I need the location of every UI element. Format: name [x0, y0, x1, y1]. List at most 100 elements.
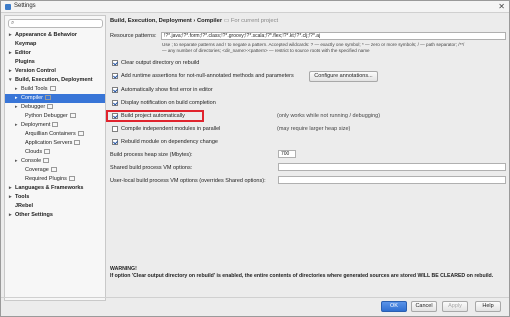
- sidebar-item-deployment[interactable]: ▸ Deployment: [5, 121, 105, 130]
- close-icon[interactable]: ✕: [498, 2, 505, 11]
- scope-note: For current project: [230, 18, 279, 24]
- sidebar-item-appearance-behavior[interactable]: ▸ Appearance & Behavior: [5, 31, 105, 40]
- sidebar-item-label: Version Control: [15, 68, 56, 74]
- sidebar-item-label: Languages & Frameworks: [15, 185, 84, 191]
- option-label: Clear output directory on rebuild: [121, 60, 200, 66]
- heap-size-label: Build process heap size (Mbytes):: [110, 152, 193, 158]
- sidebar-item-label: Console: [21, 158, 42, 164]
- sidebar-item-label: Appearance & Behavior: [15, 32, 78, 38]
- copy-icon: ▭: [223, 18, 231, 24]
- sidebar-item-build-execution-deployment[interactable]: ▾ Build, Execution, Deployment: [5, 76, 105, 85]
- sidebar-item-jrebel[interactable]: JRebel: [5, 202, 105, 211]
- apply-button[interactable]: Apply: [442, 301, 468, 312]
- compiler-settings-panel: Build, Execution, Deployment › Compiler …: [106, 15, 508, 301]
- checkbox-box[interactable]: [112, 138, 118, 145]
- project-scope-icon: [74, 140, 81, 146]
- sidebar-item-label: Tools: [15, 194, 30, 200]
- sidebar-item-label: Keymap: [15, 41, 37, 47]
- option-label: Rebuild module on dependency change: [121, 139, 218, 145]
- resource-patterns-input[interactable]: !?*.java;!?*.form;!?*.class;!?*.groovy;!…: [161, 32, 506, 40]
- sidebar-item-label: Build Tools: [21, 86, 48, 92]
- project-scope-icon: [52, 122, 59, 128]
- parallel-modules-checkbox[interactable]: Compile independent modules in parallel …: [112, 125, 350, 133]
- rebuild-on-dependency-checkbox[interactable]: Rebuild module on dependency change: [112, 138, 218, 146]
- option-label: Display notification on build completion: [121, 100, 216, 106]
- checkbox-box[interactable]: [112, 99, 118, 106]
- project-scope-icon: [50, 167, 57, 173]
- user-vm-options-input[interactable]: [278, 176, 506, 184]
- sidebar-item-version-control[interactable]: ▸ Version Control: [5, 67, 105, 76]
- option-label: Automatically show first error in editor: [121, 87, 213, 93]
- sidebar-item-debugger[interactable]: ▸ Debugger: [5, 103, 105, 112]
- sidebar-item-build-tools[interactable]: ▸ Build Tools: [5, 85, 105, 94]
- project-scope-icon: [47, 104, 54, 110]
- highlight-box: [106, 110, 204, 122]
- checkbox-box[interactable]: [112, 125, 118, 132]
- runtime-assertions-checkbox[interactable]: Add runtime assertions for not-null-anno…: [112, 72, 294, 80]
- project-scope-icon: [69, 113, 76, 119]
- help-button[interactable]: Help: [475, 301, 501, 312]
- sidebar-item-editor[interactable]: ▸ Editor: [5, 49, 105, 58]
- checkbox-box[interactable]: [112, 86, 118, 93]
- sidebar-item-label: Python Debugger: [25, 113, 68, 119]
- sidebar-item-label: Clouds: [25, 149, 43, 155]
- heap-size-input[interactable]: 700: [278, 150, 296, 158]
- app-icon: [5, 4, 11, 10]
- sidebar-item-other-settings[interactable]: ▸ Other Settings: [5, 211, 105, 220]
- user-vm-options-label: User-local build process VM options (ove…: [110, 178, 266, 184]
- sidebar-item-python-debugger[interactable]: Python Debugger: [5, 112, 105, 121]
- cancel-button[interactable]: Cancel: [411, 301, 437, 312]
- project-scope-icon: [68, 176, 75, 182]
- sidebar-item-label: Coverage: [25, 167, 49, 173]
- show-first-error-checkbox[interactable]: Automatically show first error in editor: [112, 86, 213, 94]
- option-note: (only works while not running / debuggin…: [277, 113, 381, 119]
- settings-sidebar: ⌕ ▸ Appearance & Behavior Keymap ▸ Editor Plu…: [4, 15, 106, 301]
- sidebar-item-label: Deployment: [21, 122, 51, 128]
- sidebar-item-label: JRebel: [15, 203, 34, 209]
- clear-output-checkbox[interactable]: Clear output directory on rebuild: [112, 59, 199, 67]
- shared-vm-options-label: Shared build process VM options:: [110, 165, 193, 171]
- sidebar-item-application-servers[interactable]: Application Servers: [5, 139, 105, 148]
- option-label: Add runtime assertions for not-null-anno…: [121, 73, 294, 79]
- sidebar-item-tools[interactable]: ▸ Tools: [5, 193, 105, 202]
- sidebar-item-label: Editor: [15, 50, 31, 56]
- resource-hint-line-2: — any number of directories; <dir_name>:…: [162, 48, 370, 53]
- checkbox-box[interactable]: [112, 59, 118, 66]
- sidebar-item-console[interactable]: ▸ Console: [5, 157, 105, 166]
- option-note: (may require larger heap size): [277, 126, 351, 132]
- ok-button[interactable]: OK: [381, 301, 407, 312]
- project-scope-icon: [45, 95, 52, 101]
- shared-vm-options-input[interactable]: [278, 163, 506, 171]
- sidebar-item-label: Plugins: [15, 59, 35, 65]
- sidebar-item-clouds[interactable]: Clouds: [5, 148, 105, 157]
- project-scope-icon: [43, 158, 50, 164]
- option-label: Compile independent modules in parallel: [121, 126, 221, 132]
- configure-annotations-button[interactable]: Configure annotations...: [309, 71, 378, 82]
- sidebar-item-keymap[interactable]: Keymap: [5, 40, 105, 49]
- sidebar-item-required-plugins[interactable]: Required Plugins: [5, 175, 105, 184]
- sidebar-item-plugins[interactable]: Plugins: [5, 58, 105, 67]
- breadcrumb: Build, Execution, Deployment › Compiler …: [110, 18, 278, 24]
- sidebar-item-languages-frameworks[interactable]: ▸ Languages & Frameworks: [5, 184, 105, 193]
- footer-divider: [1, 297, 509, 298]
- sidebar-item-compiler[interactable]: ▸ Compiler: [5, 94, 105, 103]
- warning-body: If option 'Clear output directory on reb…: [110, 272, 494, 279]
- sidebar-item-label: Debugger: [21, 104, 46, 110]
- warning-section: WARNING! If option 'Clear output directo…: [110, 266, 506, 279]
- sidebar-item-arquillian-containers[interactable]: Arquillian Containers: [5, 130, 105, 139]
- sidebar-item-label: Build, Execution, Deployment: [15, 77, 93, 83]
- window-title: Settings: [14, 3, 36, 9]
- resource-patterns-label: Resource patterns:: [110, 33, 157, 39]
- notify-build-completion-checkbox[interactable]: Display notification on build completion: [112, 99, 216, 107]
- search-input[interactable]: ⌕: [8, 19, 103, 28]
- resource-hint-line-1: Use ; to separate patterns and ! to nega…: [162, 42, 465, 47]
- sidebar-item-label: Application Servers: [25, 140, 73, 146]
- sidebar-item-label: Compiler: [21, 95, 44, 101]
- settings-window: Settings ✕ ⌕ ▸ Appearance & Behavior Keyma…: [0, 0, 510, 317]
- sidebar-item-label: Required Plugins: [25, 176, 67, 182]
- breadcrumb-path: Build, Execution, Deployment › Compiler: [110, 18, 223, 24]
- checkbox-box[interactable]: [112, 72, 118, 79]
- sidebar-item-coverage[interactable]: Coverage: [5, 166, 105, 175]
- project-scope-icon: [44, 149, 51, 155]
- search-icon: ⌕: [11, 20, 15, 26]
